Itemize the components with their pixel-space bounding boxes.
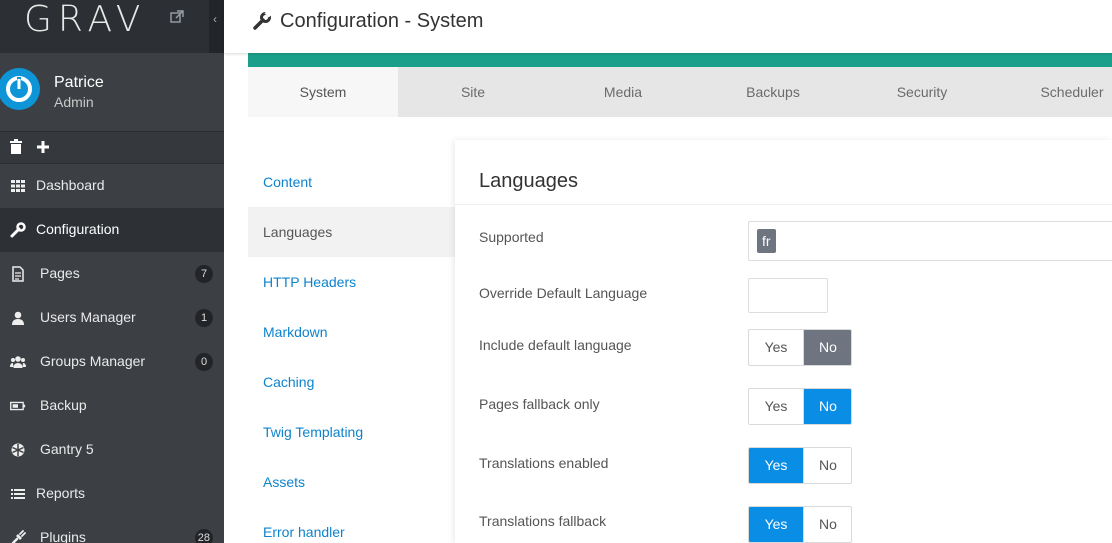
plus-icon[interactable] bbox=[36, 139, 50, 155]
tab-scheduler[interactable]: Scheduler bbox=[997, 67, 1112, 117]
tab-site[interactable]: Site bbox=[398, 67, 548, 117]
tab-media[interactable]: Media bbox=[548, 67, 698, 117]
trash-icon[interactable] bbox=[9, 139, 23, 155]
include-default-language-label: Include default language bbox=[479, 337, 632, 353]
nav-label: Pages bbox=[40, 265, 80, 281]
pages-fallback-only-toggle[interactable]: Yes No bbox=[748, 388, 852, 425]
section-label: Error handler bbox=[263, 524, 345, 540]
nav-label: Gantry 5 bbox=[40, 441, 94, 457]
user-name[interactable]: Patrice bbox=[54, 74, 104, 92]
list-icon bbox=[11, 489, 25, 499]
external-link-icon[interactable] bbox=[170, 10, 184, 24]
language-tag[interactable]: fr bbox=[757, 229, 776, 253]
divider bbox=[455, 204, 1112, 205]
page-title: Configuration - System bbox=[280, 10, 484, 32]
groups-count-badge: 0 bbox=[195, 353, 213, 371]
toggle-yes[interactable]: Yes bbox=[749, 507, 803, 542]
wrench-icon bbox=[253, 11, 272, 30]
toggle-no[interactable]: No bbox=[803, 389, 851, 424]
config-tabs: System Site Media Backups Security Sched… bbox=[248, 67, 1112, 117]
section-caching[interactable]: Caching bbox=[248, 357, 455, 407]
wrench-icon bbox=[10, 222, 26, 238]
override-default-language-input[interactable] bbox=[748, 278, 828, 313]
user-role: Admin bbox=[54, 94, 94, 110]
override-default-language-label: Override Default Language bbox=[479, 285, 648, 301]
nav-label: Reports bbox=[36, 485, 86, 501]
nav-label: Groups Manager bbox=[40, 353, 146, 369]
supported-label: Supported bbox=[479, 229, 544, 245]
section-label: Content bbox=[263, 174, 313, 190]
toggle-no[interactable]: No bbox=[803, 448, 851, 483]
tab-backups[interactable]: Backups bbox=[698, 67, 848, 117]
translations-fallback-label: Translations fallback bbox=[479, 513, 607, 529]
toggle-yes[interactable]: Yes bbox=[749, 448, 803, 483]
pages-count-badge: 7 bbox=[195, 265, 213, 283]
section-error-handler[interactable]: Error handler bbox=[248, 507, 455, 543]
section-assets[interactable]: Assets bbox=[248, 457, 455, 507]
section-label: HTTP Headers bbox=[263, 274, 357, 290]
toggle-yes[interactable]: Yes bbox=[749, 330, 803, 365]
section-label: Languages bbox=[263, 224, 333, 240]
section-languages[interactable]: Languages bbox=[248, 207, 455, 257]
grid-icon bbox=[11, 180, 25, 192]
nav-label: Backup bbox=[40, 397, 87, 413]
tab-system[interactable]: System bbox=[248, 67, 398, 117]
tab-security[interactable]: Security bbox=[847, 67, 997, 117]
include-default-language-toggle[interactable]: Yes No bbox=[748, 329, 852, 366]
power-icon bbox=[6, 76, 32, 102]
toggle-yes[interactable]: Yes bbox=[749, 389, 803, 424]
sidebar-collapse-toggle[interactable]: ‹ bbox=[209, 0, 224, 53]
nav-item-plugins[interactable]: Plugins 28 bbox=[0, 516, 224, 543]
section-markdown[interactable]: Markdown bbox=[248, 307, 455, 357]
nav-item-groups-manager[interactable]: Groups Manager 0 bbox=[0, 340, 224, 384]
translations-enabled-label: Translations enabled bbox=[479, 455, 609, 471]
section-label: Caching bbox=[263, 374, 315, 390]
users-count-badge: 1 bbox=[195, 309, 213, 327]
nav-item-reports[interactable]: Reports bbox=[0, 472, 224, 516]
plugins-count-badge: 28 bbox=[194, 529, 213, 543]
translations-enabled-toggle[interactable]: Yes No bbox=[748, 447, 852, 484]
nav-label: Plugins bbox=[40, 529, 86, 543]
nav-label: Configuration bbox=[36, 221, 120, 237]
gantry-icon bbox=[11, 443, 25, 457]
notice-strip bbox=[248, 53, 1112, 67]
section-twig-templating[interactable]: Twig Templating bbox=[248, 407, 455, 457]
toggle-no[interactable]: No bbox=[803, 507, 851, 542]
section-label: Markdown bbox=[263, 324, 328, 340]
section-content[interactable]: Content bbox=[248, 157, 455, 207]
toggle-no[interactable]: No bbox=[803, 330, 851, 365]
quick-actions-bar bbox=[0, 132, 224, 164]
user-panel[interactable]: Patrice Admin bbox=[0, 53, 224, 132]
section-label: Assets bbox=[263, 474, 306, 490]
nav-item-pages[interactable]: Pages 7 bbox=[0, 252, 224, 296]
file-icon bbox=[12, 266, 24, 282]
nav-label: Dashboard bbox=[36, 177, 105, 193]
nav-item-configuration[interactable]: Configuration bbox=[0, 208, 224, 252]
nav-item-dashboard[interactable]: Dashboard bbox=[0, 164, 224, 208]
sidebar: GRAV ‹ Patrice Admin Dashboard Configura… bbox=[0, 0, 224, 543]
section-http-headers[interactable]: HTTP Headers bbox=[248, 257, 455, 307]
chevron-left-icon: ‹ bbox=[213, 12, 217, 26]
translations-fallback-toggle[interactable]: Yes No bbox=[748, 506, 852, 543]
section-nav: Content Languages HTTP Headers Markdown … bbox=[248, 157, 455, 543]
nav-label: Users Manager bbox=[40, 309, 136, 325]
panel-title: Languages bbox=[479, 170, 578, 192]
nav-item-backup[interactable]: Backup bbox=[0, 384, 224, 428]
logo-bar: GRAV ‹ bbox=[0, 0, 224, 53]
nav-item-users-manager[interactable]: Users Manager 1 bbox=[0, 296, 224, 340]
avatar[interactable] bbox=[0, 68, 40, 110]
top-header: Configuration - System bbox=[224, 0, 1112, 53]
supported-languages-input[interactable]: fr bbox=[748, 221, 1112, 261]
main-nav: Dashboard Configuration Pages 7 Users Ma… bbox=[0, 164, 224, 543]
plug-icon bbox=[11, 530, 26, 543]
grav-logo[interactable]: GRAV bbox=[24, 2, 146, 38]
users-icon bbox=[10, 356, 26, 368]
user-icon bbox=[12, 311, 24, 325]
section-label: Twig Templating bbox=[263, 424, 364, 440]
languages-panel: Languages Supported fr Override Default … bbox=[455, 140, 1112, 543]
battery-icon bbox=[10, 401, 26, 411]
nav-item-gantry-5[interactable]: Gantry 5 bbox=[0, 428, 224, 472]
pages-fallback-only-label: Pages fallback only bbox=[479, 396, 600, 412]
